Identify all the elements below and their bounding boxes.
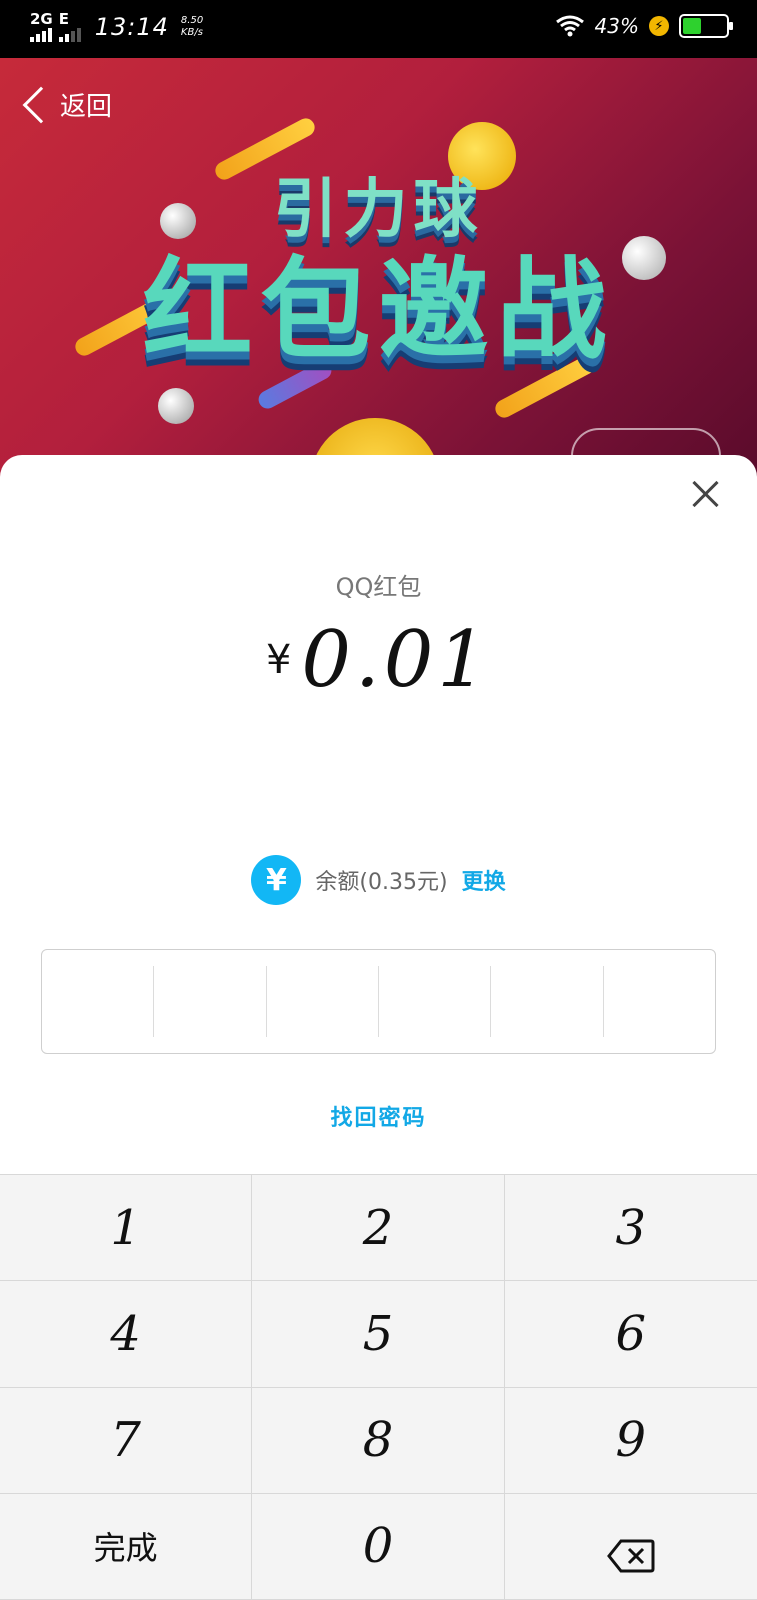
done-key[interactable]: 完成: [0, 1493, 253, 1600]
network-2g-label: 2G: [30, 10, 53, 28]
game-banner: 返回 引力球 红包邀战: [0, 58, 757, 478]
status-right: 43% ⚡: [555, 14, 733, 38]
password-input[interactable]: [41, 949, 716, 1054]
password-digit-cell: [604, 966, 715, 1037]
wifi-icon: [555, 15, 584, 37]
game-title: 引力球 红包邀战: [0, 158, 757, 370]
key-5[interactable]: 5: [252, 1281, 505, 1388]
key-8[interactable]: 8: [252, 1387, 505, 1494]
numeric-keypad: 1 2 3 4 5 6 7 8 9 完成 0: [0, 1174, 757, 1600]
back-button[interactable]: 返回: [18, 86, 112, 123]
balance-label: 余额(0.35元): [315, 870, 448, 895]
game-title-line1: 引力球: [273, 173, 484, 247]
close-icon[interactable]: [689, 477, 723, 511]
key-2[interactable]: 2: [252, 1175, 505, 1282]
signal-icon: [30, 26, 53, 42]
key-0[interactable]: 0: [252, 1493, 505, 1600]
password-digit-cell: [42, 966, 155, 1037]
password-digit-cell: [267, 966, 379, 1037]
network-speed-unit: KB/s: [180, 27, 203, 38]
network-speed-value: 8.50: [180, 15, 204, 26]
status-time: 13:14: [94, 13, 169, 41]
network-type: 2G: [30, 12, 53, 42]
change-method-link[interactable]: 更换: [462, 864, 506, 896]
backspace-icon: [606, 1529, 655, 1573]
delete-key[interactable]: [504, 1494, 757, 1600]
charging-icon: ⚡: [649, 16, 669, 36]
forgot-password-link[interactable]: 找回密码: [0, 1100, 757, 1132]
network-e-label: E: [58, 10, 69, 28]
decor-ball: [158, 388, 194, 424]
battery-icon: [679, 14, 733, 38]
network-speed: 8.50 KB/s: [181, 15, 203, 39]
key-6[interactable]: 6: [504, 1281, 757, 1388]
payment-method: ¥ 余额(0.35元) 更换: [0, 855, 757, 905]
game-title-line2: 红包邀战: [142, 246, 615, 374]
payment-title: QQ红包: [335, 573, 422, 601]
payment-amount: ¥0.01: [0, 615, 757, 705]
battery-fill: [683, 18, 702, 34]
battery-percent: 43%: [594, 14, 639, 38]
status-left: 2G E 13:14 8.50 KB/s: [30, 12, 203, 42]
status-bar: 2G E 13:14 8.50 KB/s 43% ⚡: [0, 0, 757, 58]
key-9[interactable]: 9: [504, 1388, 757, 1494]
key-7[interactable]: 7: [0, 1387, 253, 1494]
password-digit-cell: [379, 966, 492, 1037]
key-4[interactable]: 4: [0, 1281, 253, 1388]
currency-symbol: ¥: [265, 637, 292, 683]
key-1[interactable]: 1: [0, 1175, 253, 1282]
signal-icon-2: [58, 26, 81, 42]
chevron-left-icon: [22, 86, 60, 123]
amount-value: 0.01: [301, 615, 492, 705]
password-digit-cell: [491, 966, 604, 1037]
back-label: 返回: [60, 92, 113, 122]
password-digit-cell: [154, 966, 267, 1037]
payment-sheet: QQ红包 ¥0.01 ¥ 余额(0.35元) 更换 找回密码 1 2 3 4 5…: [0, 455, 757, 1600]
network-type-2: E: [58, 10, 81, 42]
yen-icon: ¥: [251, 855, 302, 905]
key-3[interactable]: 3: [504, 1175, 757, 1282]
